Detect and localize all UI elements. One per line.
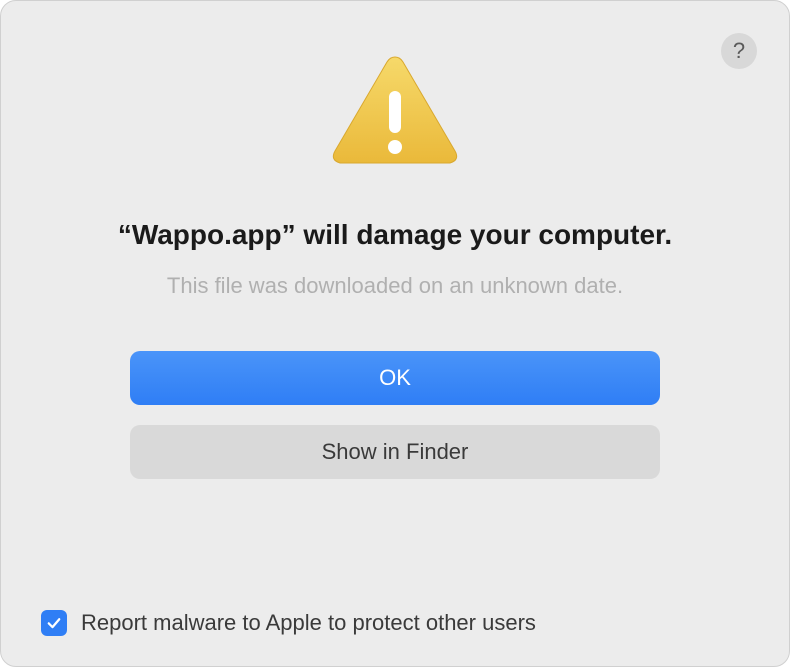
ok-button[interactable]: OK <box>130 351 660 405</box>
show-in-finder-button[interactable]: Show in Finder <box>130 425 660 479</box>
ok-button-label: OK <box>379 365 411 391</box>
help-icon: ? <box>733 38 745 64</box>
report-malware-label[interactable]: Report malware to Apple to protect other… <box>81 610 536 636</box>
security-alert-dialog: ? “Wappo.app” will damage your computer.… <box>0 0 790 667</box>
checkmark-icon <box>45 614 63 632</box>
report-malware-checkbox[interactable] <box>41 610 67 636</box>
dialog-title: “Wappo.app” will damage your computer. <box>118 219 672 251</box>
warning-icon <box>330 51 460 169</box>
button-group: OK Show in Finder <box>130 351 660 479</box>
dialog-subtitle: This file was downloaded on an unknown d… <box>167 273 623 299</box>
show-in-finder-button-label: Show in Finder <box>322 439 469 465</box>
help-button[interactable]: ? <box>721 33 757 69</box>
report-malware-row: Report malware to Apple to protect other… <box>41 610 536 636</box>
